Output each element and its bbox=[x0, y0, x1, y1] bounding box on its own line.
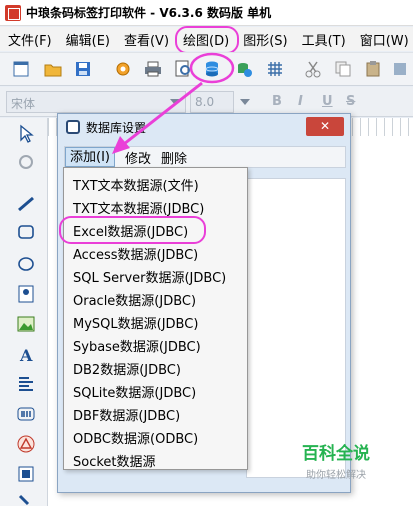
dialog-menu-bar: 添加(I) 修改 删除 bbox=[64, 146, 346, 168]
menu-item-sqlserver-jdbc[interactable]: SQL Server数据源(JDBC) bbox=[73, 267, 226, 286]
cut-icon[interactable] bbox=[304, 60, 322, 78]
new-file-icon[interactable] bbox=[12, 60, 30, 78]
menu-edit[interactable]: 编辑(E) bbox=[66, 30, 110, 49]
bold-button[interactable]: B bbox=[272, 94, 282, 109]
menu-item-dbf-jdbc[interactable]: DBF数据源(JDBC) bbox=[73, 405, 180, 424]
dialog-icon bbox=[66, 120, 80, 134]
app-icon bbox=[5, 4, 21, 21]
line-tool-icon[interactable] bbox=[16, 194, 36, 214]
menu-tools[interactable]: 工具(T) bbox=[302, 30, 346, 49]
menu-window[interactable]: 窗口(W) bbox=[360, 30, 409, 49]
menu-draw[interactable]: 绘图(D) bbox=[175, 25, 240, 54]
ellipse-tool-icon[interactable] bbox=[16, 254, 36, 274]
rectangle-tool-icon[interactable] bbox=[16, 222, 36, 242]
menu-item-odbc[interactable]: ODBC数据源(ODBC) bbox=[73, 428, 198, 447]
picture-icon[interactable] bbox=[16, 314, 36, 334]
font-family-chevron-down-icon[interactable] bbox=[170, 99, 180, 105]
font-size-chevron-down-icon[interactable] bbox=[240, 99, 250, 105]
qrcode-icon[interactable] bbox=[16, 464, 36, 484]
menu-item-txt-file[interactable]: TXT文本数据源(文件) bbox=[73, 175, 199, 194]
menu-item-oracle-jdbc[interactable]: Oracle数据源(JDBC) bbox=[73, 290, 196, 309]
italic-button[interactable]: I bbox=[298, 94, 303, 109]
app-title: 中琅条码标签打印软件 - V6.3.6 数码版 单机 bbox=[26, 6, 272, 20]
watermark-title: 百科全说 bbox=[302, 444, 370, 464]
datasource-list-panel[interactable] bbox=[246, 178, 346, 478]
menu-bar: 文件(F) 编辑(E) 查看(V) 绘图(D) 图形(S) 工具(T) 窗口(W… bbox=[0, 25, 413, 54]
watermark-subtitle: 助你轻松解决 bbox=[306, 470, 366, 481]
dialog-menu-delete[interactable]: 删除 bbox=[161, 148, 187, 167]
main-toolbar bbox=[0, 52, 413, 86]
rotate-icon[interactable] bbox=[16, 152, 36, 172]
menu-view[interactable]: 查看(V) bbox=[124, 30, 169, 49]
dialog-close-button[interactable]: ✕ bbox=[306, 117, 344, 136]
menu-item-sybase-jdbc[interactable]: Sybase数据源(JDBC) bbox=[73, 336, 201, 355]
dialog-title: 数据库设置 bbox=[86, 120, 147, 135]
select-pointer-icon[interactable] bbox=[16, 124, 36, 144]
menu-file[interactable]: 文件(F) bbox=[8, 30, 52, 49]
database-link-icon[interactable] bbox=[235, 60, 253, 78]
more-tools-icon[interactable] bbox=[16, 492, 36, 506]
settings-gear-icon[interactable] bbox=[114, 60, 132, 78]
menu-item-sqlite-jdbc[interactable]: SQLite数据源(JDBC) bbox=[73, 382, 196, 401]
drawing-tools-panel: A bbox=[0, 118, 48, 506]
undo-icon[interactable] bbox=[392, 60, 410, 78]
triangle-shape-icon[interactable] bbox=[16, 434, 36, 454]
menu-shape[interactable]: 图形(S) bbox=[243, 30, 287, 49]
title-bar: 中琅条码标签打印软件 - V6.3.6 数码版 单机 bbox=[0, 0, 413, 26]
save-icon[interactable] bbox=[74, 60, 92, 78]
menu-item-mysql-jdbc[interactable]: MySQL数据源(JDBC) bbox=[73, 313, 198, 332]
add-datasource-menu: TXT文本数据源(文件) TXT文本数据源(JDBC) Excel数据源(JDB… bbox=[58, 167, 248, 470]
menu-item-db2-jdbc[interactable]: DB2数据源(JDBC) bbox=[73, 359, 181, 378]
database-settings-icon[interactable] bbox=[203, 60, 221, 78]
portrait-image-icon[interactable] bbox=[16, 284, 36, 304]
copy-icon[interactable] bbox=[334, 60, 352, 78]
font-family-select[interactable]: 宋体 bbox=[6, 91, 186, 113]
menu-item-excel-jdbc[interactable]: Excel数据源(JDBC) bbox=[58, 216, 207, 244]
watermark-logo: 百科全说 助你轻松解决 bbox=[286, 439, 386, 481]
menu-item-access-jdbc[interactable]: Access数据源(JDBC) bbox=[73, 244, 198, 263]
text-tool-icon[interactable]: A bbox=[16, 344, 36, 364]
grid-icon[interactable] bbox=[266, 60, 284, 78]
font-size-select[interactable]: 8.0 bbox=[190, 91, 234, 113]
menu-item-txt-jdbc[interactable]: TXT文本数据源(JDBC) bbox=[73, 198, 204, 217]
dialog-menu-add[interactable]: 添加(I) bbox=[65, 147, 115, 167]
menu-item-socket[interactable]: Socket数据源 bbox=[73, 451, 156, 470]
strikethrough-button[interactable]: S bbox=[346, 94, 355, 109]
barcode-icon[interactable] bbox=[16, 404, 36, 424]
print-icon[interactable] bbox=[144, 60, 162, 78]
dialog-menu-edit[interactable]: 修改 bbox=[125, 148, 151, 167]
rich-text-icon[interactable] bbox=[16, 374, 36, 394]
open-folder-icon[interactable] bbox=[44, 60, 62, 78]
underline-button[interactable]: U bbox=[322, 94, 333, 109]
print-preview-icon[interactable] bbox=[174, 60, 192, 78]
svg-text:A: A bbox=[19, 346, 33, 364]
paste-icon[interactable] bbox=[364, 60, 382, 78]
